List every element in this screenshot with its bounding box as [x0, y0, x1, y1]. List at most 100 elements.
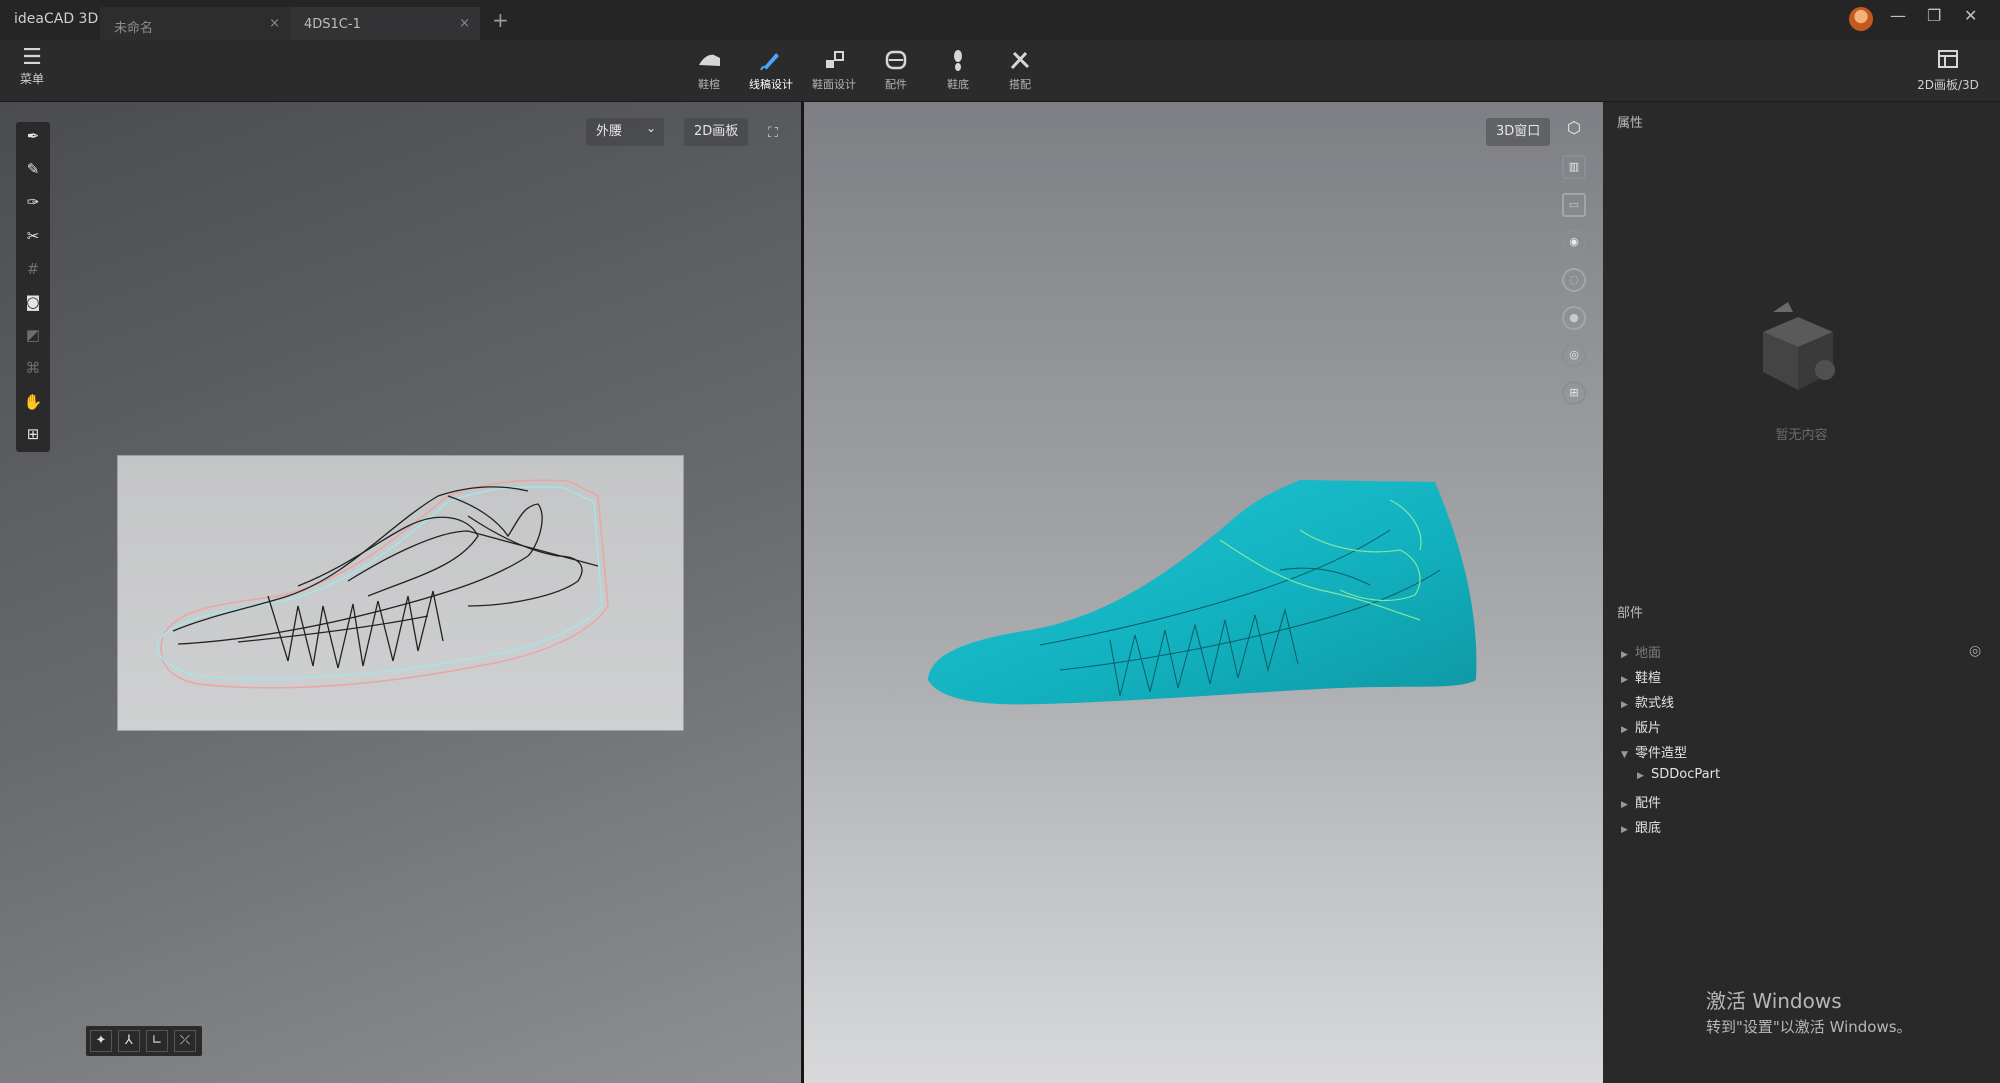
- eraser-icon[interactable]: ◩: [23, 325, 43, 345]
- upper-design-icon: [826, 51, 844, 68]
- board-2d-button[interactable]: 2D画板: [684, 118, 749, 146]
- close-window-icon[interactable]: ✕: [1964, 6, 1977, 25]
- properties-heading: 属性: [1617, 116, 1644, 131]
- axis-3d-button[interactable]: ⅄: [118, 1030, 140, 1052]
- match-icon: [1010, 51, 1030, 70]
- eye-3d-icon[interactable]: ◉: [1562, 230, 1586, 254]
- view-toggle-label: 2D画板/3D: [1917, 78, 1979, 92]
- tree-item-sddocpart[interactable]: ▶ SDDocPart: [1637, 767, 1720, 782]
- tool-label: 配件: [885, 78, 907, 91]
- expand-arrow-icon: ▶: [1621, 675, 1628, 685]
- sphere-icon[interactable]: ●: [1562, 306, 1586, 330]
- tab-label: 未命名: [114, 21, 154, 36]
- tool-accessory[interactable]: 配件: [866, 48, 926, 92]
- axis-toolbar: ✦ ⅄ ∟ ⤫: [86, 1026, 202, 1056]
- grid-view-icon[interactable]: ⊞: [1562, 381, 1586, 405]
- watermark-title: 激活 Windows: [1706, 989, 1842, 1013]
- scissors-icon[interactable]: ✂: [23, 226, 43, 246]
- main-toolbar: ☰ 菜单 鞋楦 线稿设计 鞋面设计 配件 鞋底 搭配 2D画板/3D: [0, 40, 2000, 104]
- tool-label: 鞋楦: [698, 78, 720, 91]
- parts-heading: 部件: [1617, 606, 1644, 621]
- tool-sketch-design[interactable]: 线稿设计: [741, 48, 801, 104]
- bucket-icon[interactable]: ◙: [23, 292, 43, 312]
- tab-untitled[interactable]: 未命名 ×: [100, 7, 290, 40]
- tool-label: 线稿设计: [749, 78, 793, 91]
- pencil-icon[interactable]: ✎: [23, 159, 43, 179]
- title-bar: ideaCAD 3D 未命名 × 4DS1C-1 × + — ❐ ✕: [0, 0, 2000, 40]
- tool-last[interactable]: 鞋楦: [679, 48, 739, 92]
- side-select[interactable]: 外腰 ⌄: [586, 118, 664, 146]
- tree-item-label: 鞋楦: [1635, 671, 1662, 686]
- transform-icon[interactable]: ⌘: [23, 358, 43, 378]
- accessory-icon: [885, 50, 907, 70]
- hand-icon[interactable]: ✋: [23, 392, 43, 412]
- tool-label: 鞋底: [947, 78, 969, 91]
- target-icon[interactable]: ◎: [1562, 343, 1586, 367]
- pen-sketch-icon: [760, 53, 779, 71]
- tree-item-ground[interactable]: ▶ 地面: [1621, 642, 1661, 661]
- app-title: ideaCAD 3D: [14, 11, 99, 27]
- axis-origin-button[interactable]: ✦: [90, 1030, 112, 1052]
- cube-icon[interactable]: ⬡: [1562, 118, 1586, 142]
- tool-sole[interactable]: 鞋底: [928, 48, 988, 92]
- close-tab-icon[interactable]: ×: [269, 16, 280, 31]
- window-3d-label: 3D窗口: [1486, 118, 1551, 146]
- tree-item-label: 地面: [1635, 646, 1662, 661]
- tool-label: 搭配: [1009, 78, 1031, 91]
- tree-item-label: 跟底: [1635, 821, 1662, 836]
- tree-item-label: 零件造型: [1635, 746, 1688, 761]
- tree-item-label: 版片: [1635, 721, 1662, 736]
- add-layer-icon[interactable]: ⊞: [23, 424, 43, 444]
- axis-2d-button[interactable]: ∟: [146, 1030, 168, 1052]
- frame-icon[interactable]: ▭: [1562, 193, 1586, 217]
- hamburger-icon: ☰: [22, 45, 42, 70]
- tree-item-accessories[interactable]: ▶ 配件: [1621, 792, 1661, 811]
- menu-button[interactable]: ☰ 菜单: [14, 46, 50, 87]
- last-icon: [699, 54, 720, 66]
- empty-text: 暂无内容: [1775, 428, 1828, 443]
- expand-arrow-icon: ▶: [1621, 700, 1628, 710]
- layout-icon: [1938, 50, 1958, 68]
- tab-label: 4DS1C-1: [304, 17, 361, 32]
- shoe-3d-render: [928, 480, 1477, 705]
- tree-item-last[interactable]: ▶ 鞋楦: [1621, 667, 1661, 686]
- expand-arrow-icon: ▶: [1621, 650, 1628, 660]
- fullscreen-icon[interactable]: ⛶: [762, 122, 784, 144]
- expand-arrow-icon: ▶: [1637, 771, 1644, 781]
- tool-match[interactable]: 搭配: [990, 48, 1050, 92]
- tree-item-label: SDDocPart: [1651, 767, 1721, 782]
- minimize-icon[interactable]: —: [1890, 6, 1906, 25]
- chevron-down-icon: ⌄: [645, 121, 656, 135]
- expand-arrow-icon: ▶: [1621, 825, 1628, 835]
- sole-icon: [954, 50, 962, 71]
- tree-item-style-lines[interactable]: ▶ 款式线: [1621, 692, 1674, 711]
- empty-box-icon: [1743, 292, 1853, 406]
- drawing-toolbox: ✒ ✎ ✑ ✂ # ◙ ◩ ⌘ ✋ ⊞: [16, 122, 50, 452]
- menu-label: 菜单: [19, 72, 44, 86]
- pen-icon[interactable]: ✒: [23, 126, 43, 146]
- view-toggle-button[interactable]: 2D画板/3D: [1908, 48, 1988, 93]
- pen-alt-icon[interactable]: ✑: [23, 192, 43, 212]
- shoe-last-model[interactable]: [920, 470, 1480, 714]
- tree-item-heel-sole[interactable]: ▶ 跟底: [1621, 817, 1661, 836]
- shoe-sketch: [156, 479, 609, 689]
- watermark-subtitle: 转到"设置"以激活 Windows。: [1706, 1018, 1912, 1036]
- tool-upper-design[interactable]: 鞋面设计: [804, 48, 864, 92]
- tab-4ds1c-1[interactable]: 4DS1C-1 ×: [290, 7, 480, 40]
- grid-icon[interactable]: #: [23, 259, 43, 279]
- close-tab-icon[interactable]: ×: [459, 16, 470, 31]
- orbit-icon[interactable]: ◌: [1562, 268, 1586, 292]
- tool-label: 鞋面设计: [812, 78, 856, 91]
- add-tab-icon[interactable]: +: [492, 8, 509, 32]
- column-icon[interactable]: ▥: [1562, 155, 1586, 179]
- collapse-arrow-icon: ▼: [1621, 750, 1628, 760]
- sketch-board[interactable]: [117, 455, 684, 731]
- side-select-value: 外腰: [596, 124, 623, 139]
- avatar[interactable]: [1849, 7, 1873, 31]
- axis-hide-button[interactable]: ⤫: [174, 1030, 196, 1052]
- restore-icon[interactable]: ❐: [1927, 6, 1941, 25]
- eye-icon[interactable]: ◎: [1969, 643, 1981, 659]
- expand-arrow-icon: ▶: [1621, 725, 1628, 735]
- tree-item-patterns[interactable]: ▶ 版片: [1621, 717, 1661, 736]
- tree-item-part-modeling[interactable]: ▼ 零件造型: [1621, 742, 1687, 761]
